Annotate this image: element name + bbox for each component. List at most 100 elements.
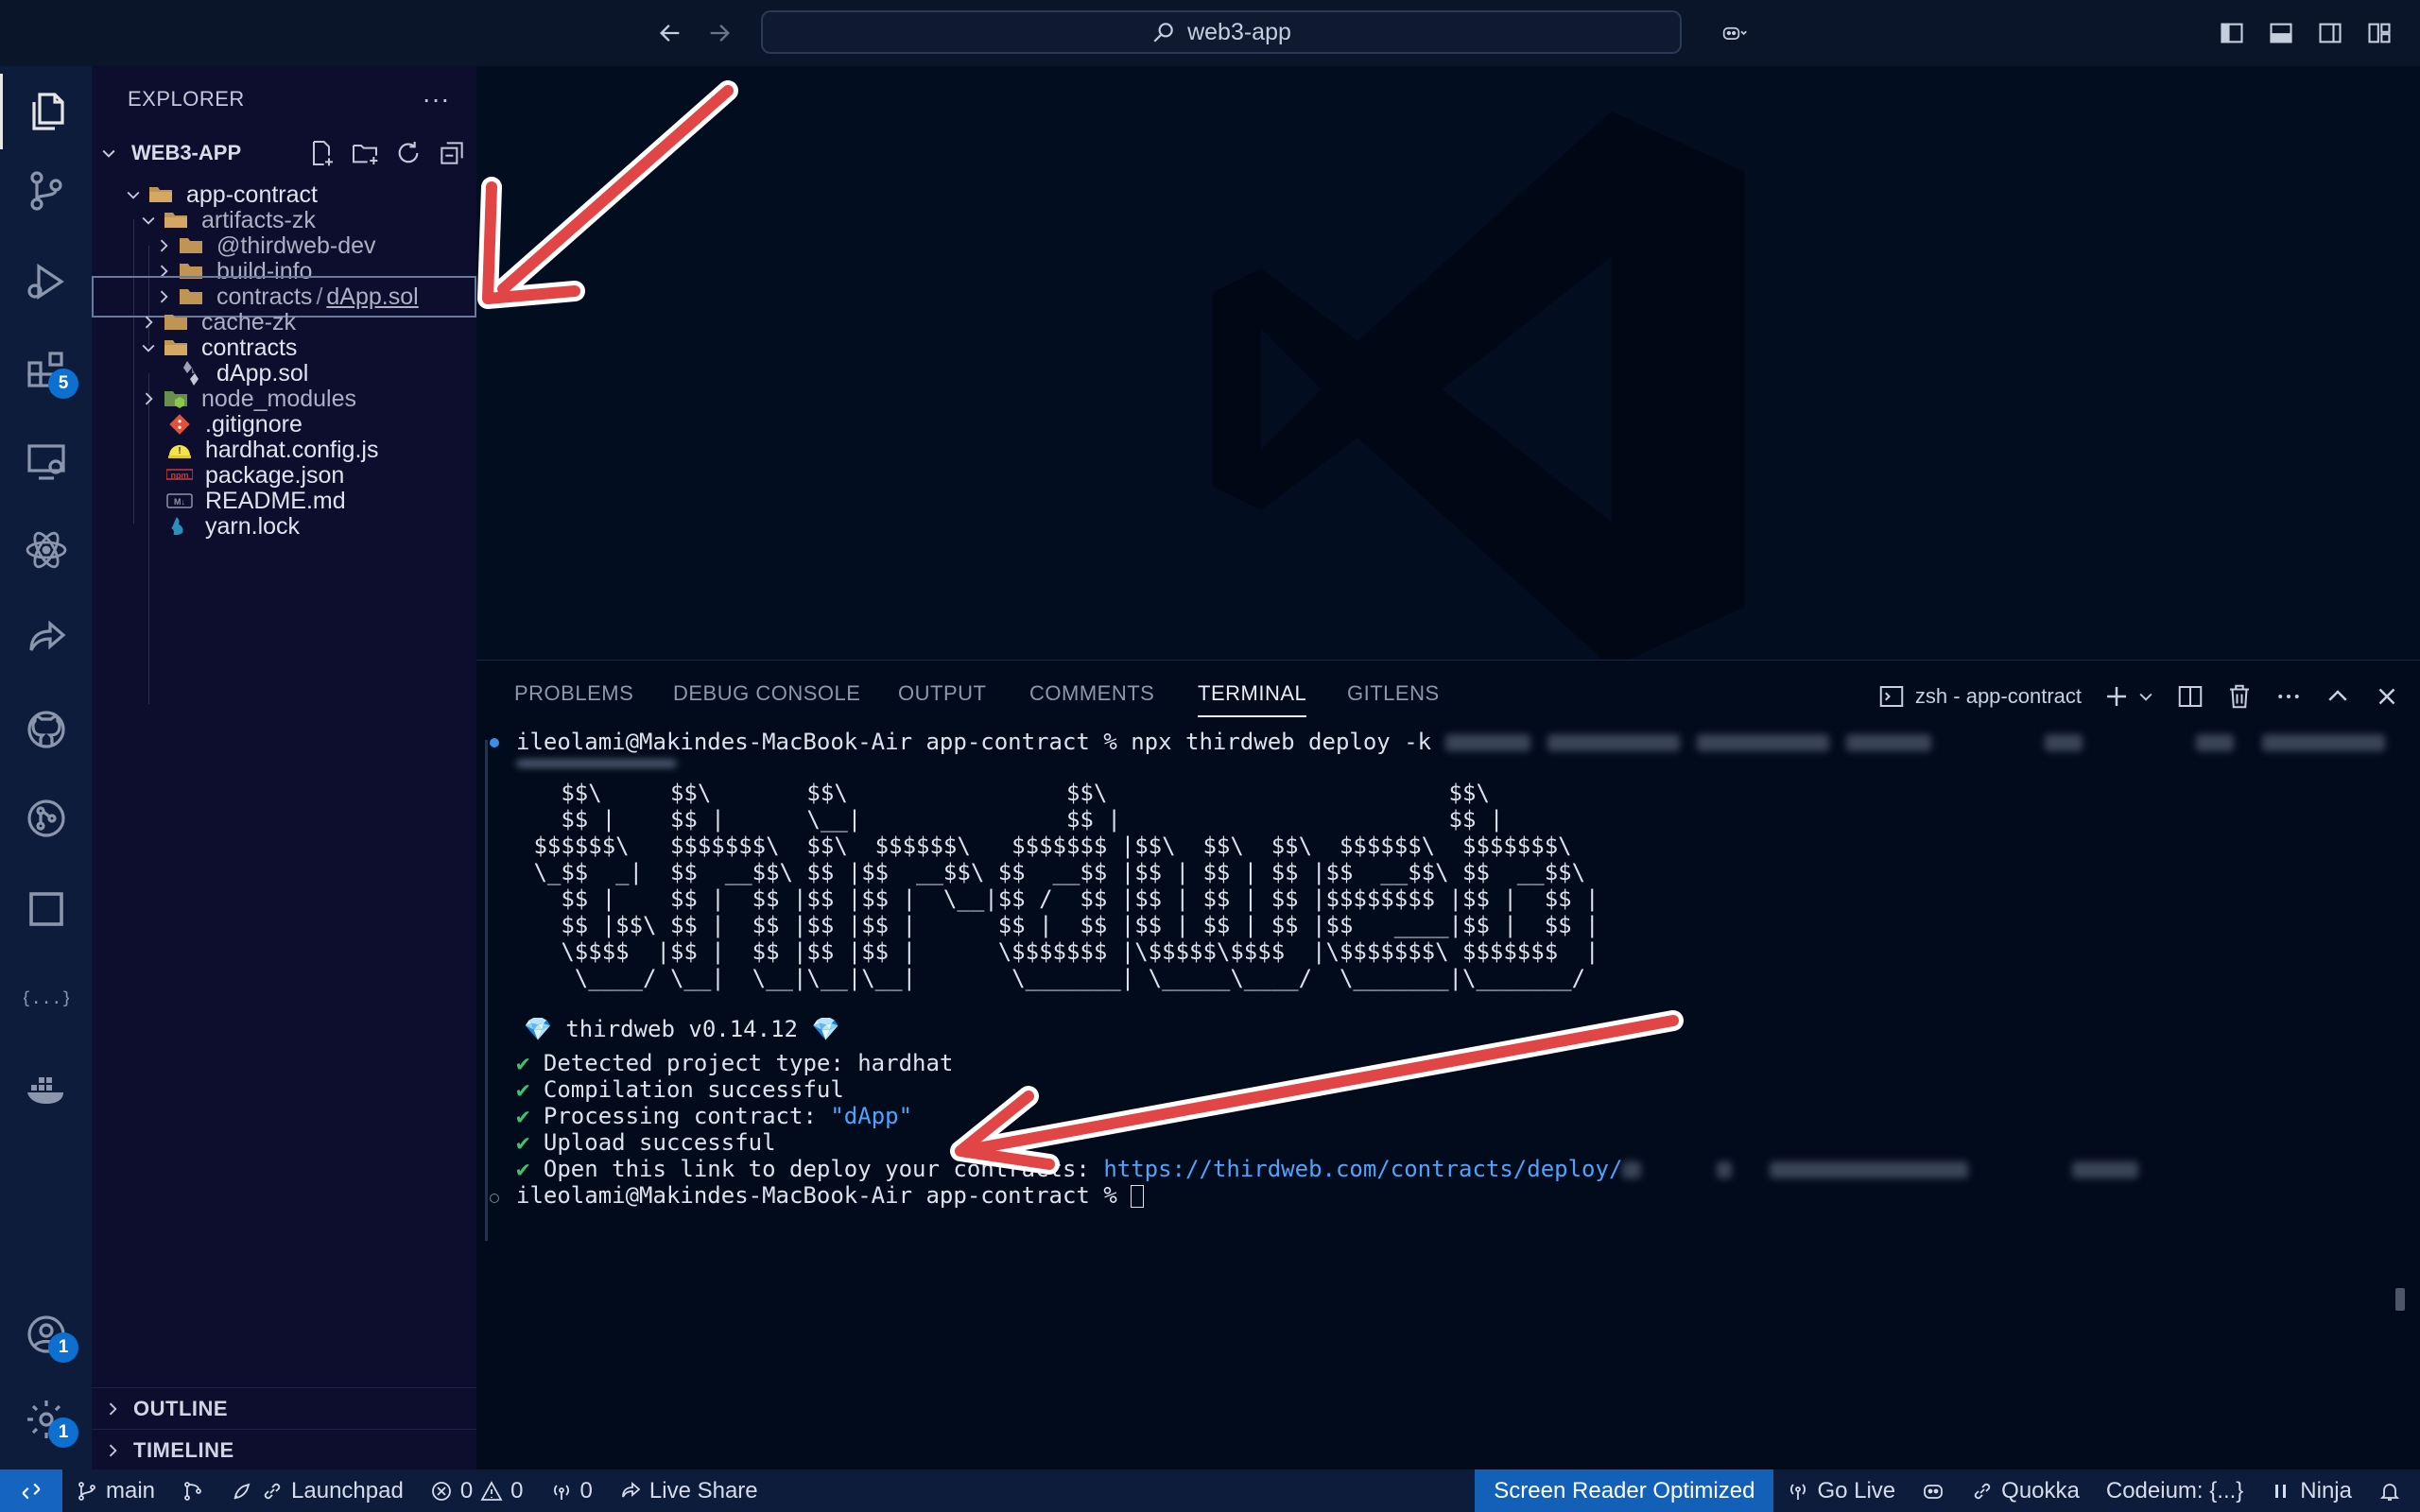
json-braces-icon[interactable]: {...} xyxy=(0,960,92,1036)
run-debug-icon[interactable] xyxy=(0,244,92,319)
remote-explorer-icon[interactable] xyxy=(0,423,92,499)
workspace-name: WEB3-APP xyxy=(131,141,242,164)
forward-arrow-icon[interactable] xyxy=(703,17,735,49)
bottom-panel: PROBLEMS DEBUG CONSOLE OUTPUT COMMENTS T… xyxy=(476,660,2420,1470)
svg-text:{...}: {...} xyxy=(24,988,69,1008)
close-panel-icon[interactable] xyxy=(2373,682,2401,711)
svg-text:npm: npm xyxy=(171,471,189,480)
title-bar: web3-app xyxy=(0,0,2420,66)
terminal-instance[interactable]: zsh - app-contract xyxy=(1877,682,2082,711)
tab-gitlens[interactable]: GITLENS xyxy=(1347,681,1440,715)
tab-output[interactable]: OUTPUT xyxy=(898,681,986,715)
refresh-icon[interactable] xyxy=(393,138,424,168)
git-compare-icon xyxy=(184,1481,201,1501)
accounts-icon[interactable]: 1 xyxy=(0,1297,92,1372)
branch-status[interactable]: main xyxy=(62,1469,168,1512)
react-icon[interactable] xyxy=(0,512,92,588)
notifications-bell[interactable] xyxy=(2365,1469,2420,1512)
copilot-icon xyxy=(1924,1484,1944,1499)
terminal-command-line: ileolami@Makindes-MacBook-Air app-contra… xyxy=(516,729,2385,755)
remote-indicator[interactable] xyxy=(0,1469,62,1512)
link-icon xyxy=(264,1483,281,1499)
terminal-cursor xyxy=(1131,1185,1145,1208)
terminal-clipped-line xyxy=(516,749,677,776)
tab-comments[interactable]: COMMENTS xyxy=(1029,681,1154,715)
new-file-icon[interactable] xyxy=(306,138,337,168)
toggle-panel-icon[interactable] xyxy=(2265,17,2297,49)
panel-tabs: PROBLEMS DEBUG CONSOLE OUTPUT COMMENTS T… xyxy=(476,661,2420,734)
editor-area[interactable] xyxy=(476,66,2420,660)
trash-icon[interactable] xyxy=(2225,682,2254,711)
live-share-icon[interactable] xyxy=(0,601,92,677)
problems-status[interactable]: 0 0 xyxy=(417,1469,537,1512)
terminal-icon xyxy=(1879,686,1904,707)
customize-layout-icon[interactable] xyxy=(2363,17,2395,49)
live-share-status[interactable]: Live Share xyxy=(606,1469,771,1512)
explorer-icon[interactable] xyxy=(0,74,92,149)
sidebar-header: EXPLORER ··· xyxy=(92,66,476,132)
sidebar-title: EXPLORER xyxy=(128,87,245,111)
command-center-search[interactable]: web3-app xyxy=(761,10,1682,54)
go-live-status[interactable]: Go Live xyxy=(1773,1469,1909,1512)
ports-status[interactable]: 0 xyxy=(537,1469,606,1512)
chevron-down-icon[interactable] xyxy=(2136,687,2155,706)
more-actions-icon[interactable]: ··· xyxy=(423,84,450,114)
status-bar: main Launchpad 0 0 0 Live Share Screen R… xyxy=(0,1469,2420,1512)
back-arrow-icon[interactable] xyxy=(654,17,686,49)
remote-icon xyxy=(22,1483,41,1499)
check-line: ✔ Open this link to deploy your contract… xyxy=(516,1156,2139,1182)
ascii-banner-line: \$$$$ |$$ | $$ |$$ |$$ | \$$$$$$$ |\$$$$… xyxy=(520,938,1599,965)
toggle-primary-sidebar-icon[interactable] xyxy=(2216,17,2248,49)
more-actions-icon[interactable] xyxy=(2274,682,2303,711)
copilot-status[interactable] xyxy=(1909,1469,1958,1512)
launchpad-status[interactable]: Launchpad xyxy=(217,1469,417,1512)
chevron-right-icon xyxy=(99,1400,126,1418)
broadcast-icon xyxy=(1790,1483,1806,1500)
warning-icon xyxy=(480,1480,503,1501)
square-icon[interactable] xyxy=(0,871,92,947)
command-decoration-bar xyxy=(485,740,488,1241)
settings-gear-icon[interactable]: 1 xyxy=(0,1382,92,1457)
quokka-status[interactable]: Quokka xyxy=(1958,1469,2093,1512)
live-share-icon xyxy=(621,1481,641,1497)
codeium-status[interactable]: Codeium: {...} xyxy=(2093,1469,2256,1512)
terminal[interactable]: ileolami@Makindes-MacBook-Air app-contra… xyxy=(476,729,2420,1470)
deploy-link[interactable]: https://thirdweb.com/contracts/deploy/ xyxy=(1103,1156,1622,1182)
copilot-icon[interactable] xyxy=(1706,17,1763,49)
tab-problems[interactable]: PROBLEMS xyxy=(514,681,633,715)
split-terminal-icon[interactable] xyxy=(2176,682,2204,711)
ninja-status[interactable]: Ninja xyxy=(2256,1469,2365,1512)
bell-icon xyxy=(2379,1483,2400,1501)
quokka-icon xyxy=(1974,1483,1991,1499)
accounts-badge: 1 xyxy=(48,1332,78,1363)
sync-status[interactable] xyxy=(168,1469,217,1512)
ascii-banner-line: $$ | $$ | \__| $$ | $$ | xyxy=(520,806,1504,833)
diamond-icon: 💎 xyxy=(524,1016,552,1042)
extensions-badge: 5 xyxy=(48,369,78,399)
outline-section[interactable]: OUTLINE xyxy=(92,1387,476,1429)
timeline-section[interactable]: TIMELINE xyxy=(92,1429,476,1470)
new-terminal-plus-icon[interactable] xyxy=(2102,682,2131,711)
toggle-secondary-sidebar-icon[interactable] xyxy=(2314,17,2346,49)
collapse-all-icon[interactable] xyxy=(437,138,467,168)
new-folder-icon[interactable] xyxy=(350,138,380,168)
settings-badge: 1 xyxy=(48,1418,78,1448)
gitlens-icon[interactable] xyxy=(0,781,92,856)
screen-reader-status[interactable]: Screen Reader Optimized xyxy=(1475,1469,1774,1512)
docker-icon[interactable] xyxy=(0,1051,92,1126)
pause-icon xyxy=(2275,1484,2287,1498)
version-line: 💎 thirdweb v0.14.12 💎 xyxy=(524,1016,840,1042)
ascii-banner-line: \_$$ _| $$ __$$\ $$ |$$ __$$\ $$ __$$ |$… xyxy=(520,859,1586,885)
tree-file-yarn-lock[interactable]: yarn.lock xyxy=(92,506,476,547)
source-control-icon[interactable] xyxy=(0,153,92,229)
workspace-header[interactable]: WEB3-APP xyxy=(92,134,476,172)
terminal-scrollbar[interactable] xyxy=(2395,1288,2405,1311)
ascii-banner-line: $$ |$$\ $$ | $$ |$$ |$$ | $$ | $$ |$$ | … xyxy=(520,912,1599,938)
tab-terminal[interactable]: TERMINAL xyxy=(1198,681,1307,717)
check-line: ✔ Compilation successful xyxy=(516,1076,844,1103)
check-line: ✔ Detected project type: hardhat xyxy=(516,1050,954,1076)
tab-debug-console[interactable]: DEBUG CONSOLE xyxy=(673,681,860,715)
extensions-icon[interactable]: 5 xyxy=(0,333,92,408)
maximize-panel-icon[interactable] xyxy=(2324,682,2352,711)
github-icon[interactable] xyxy=(0,692,92,767)
